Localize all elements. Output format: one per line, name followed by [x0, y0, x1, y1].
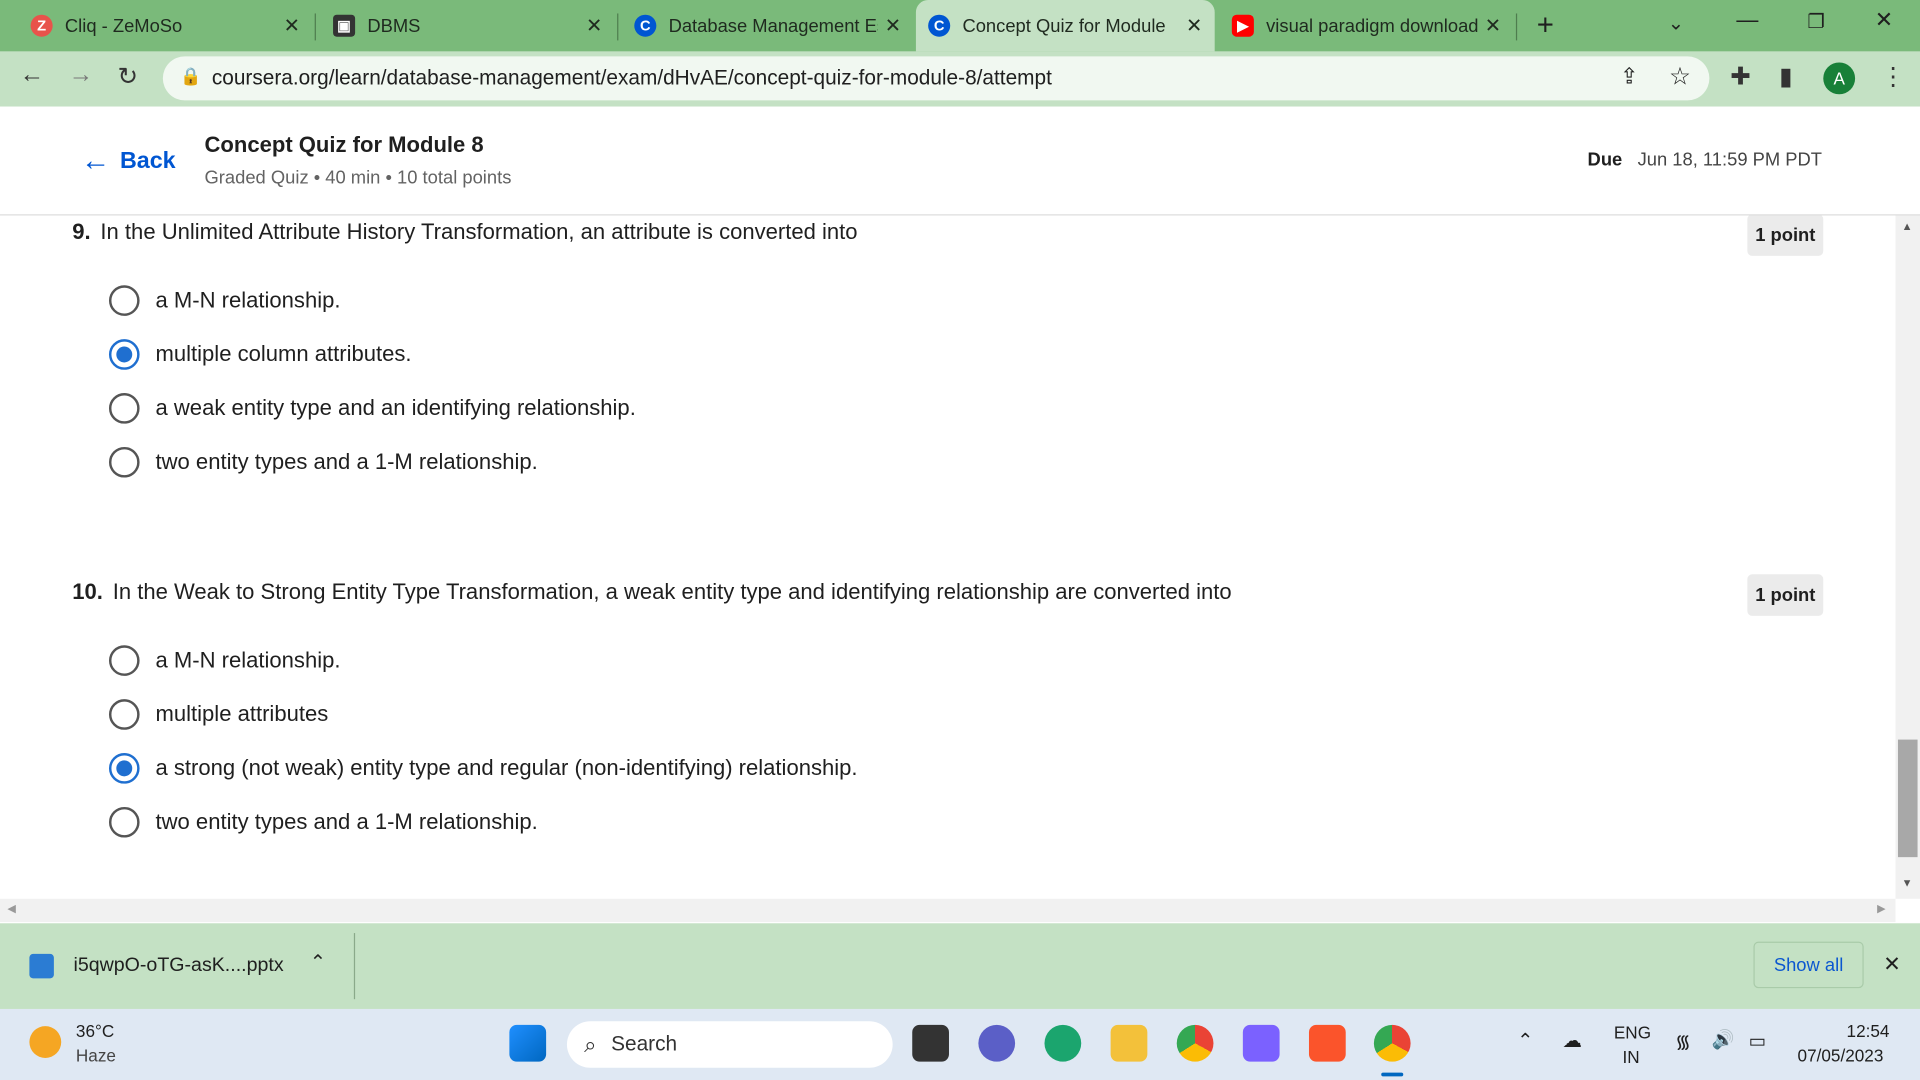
clock-date[interactable]: 07/05/2023: [1798, 1046, 1884, 1066]
radio-button-selected[interactable]: [108, 752, 140, 784]
extensions-icon[interactable]: ✚: [1730, 61, 1751, 92]
horizontal-scrollbar[interactable]: ◀ ▶: [0, 898, 1896, 923]
back-arrow-icon[interactable]: ←: [20, 61, 44, 89]
scrollbar-thumb[interactable]: [1897, 739, 1918, 858]
tab-concept-quiz[interactable]: C Concept Quiz for Module ✕: [915, 0, 1215, 52]
restore-button[interactable]: ❐: [1807, 10, 1825, 34]
clock-time[interactable]: 12:54: [1847, 1021, 1890, 1041]
points-badge: 1 point: [1747, 574, 1824, 616]
close-icon[interactable]: ✕: [885, 13, 901, 37]
close-icon[interactable]: ✕: [1883, 953, 1900, 977]
radio-button[interactable]: [108, 644, 140, 676]
close-icon[interactable]: ✕: [1485, 13, 1501, 37]
toolbar: ← → ↻ 🔒 coursera.org/learn/database-mana…: [0, 51, 1920, 107]
quiz-header: ← Back Concept Quiz for Module 8 Graded …: [0, 107, 1920, 216]
q10-option-1[interactable]: a M-N relationship.: [108, 644, 340, 676]
q10-option-4[interactable]: two entity types and a 1-M relationship.: [108, 806, 538, 838]
radio-button[interactable]: [108, 806, 140, 837]
chevron-up-icon[interactable]: ⌃: [1517, 1029, 1533, 1053]
region[interactable]: IN: [1622, 1047, 1639, 1067]
chrome-icon[interactable]: [1176, 1024, 1214, 1062]
lock-icon: 🔒: [180, 66, 202, 86]
download-bar: i5qwpO-oTG-asK....pptx ⌃ Show all ✕: [0, 923, 1920, 1009]
q10-option-3[interactable]: a strong (not weak) entity type and regu…: [108, 752, 858, 784]
quiz-content: 9. In the Unlimited Attribute History Tra…: [0, 215, 1896, 899]
new-tab-button[interactable]: +: [1537, 9, 1554, 43]
onedrive-icon[interactable]: ☁: [1562, 1029, 1582, 1053]
chrome-active-icon[interactable]: [1373, 1024, 1411, 1062]
radio-button[interactable]: [108, 392, 140, 424]
radio-button[interactable]: [108, 446, 140, 477]
q9-option-2[interactable]: multiple column attributes.: [108, 338, 412, 370]
due-label: Due: [1587, 149, 1623, 171]
question-9: 9. In the Unlimited Attribute History Tra…: [72, 219, 858, 244]
q9-option-4[interactable]: two entity types and a 1-M relationship.: [108, 446, 538, 478]
tab-dbms[interactable]: ▣ DBMS ✕: [321, 0, 615, 51]
pptx-file-icon: [29, 953, 54, 979]
weather-icon[interactable]: [29, 1026, 62, 1058]
search-icon: ⌕: [584, 1031, 597, 1057]
radio-button[interactable]: [108, 698, 140, 730]
copilot-icon[interactable]: [1242, 1024, 1280, 1062]
url-text: coursera.org/learn/database-management/e…: [211, 66, 1052, 90]
show-all-button[interactable]: Show all: [1753, 941, 1864, 989]
file-explorer-icon[interactable]: [1110, 1024, 1148, 1062]
page-title: Concept Quiz for Module 8: [204, 132, 484, 157]
quiz-meta: Graded Quiz • 40 min • 10 total points: [204, 167, 512, 189]
coursera-icon: C: [928, 14, 951, 37]
volume-icon[interactable]: 🔊: [1712, 1029, 1735, 1051]
youtube-icon: ▶: [1231, 14, 1254, 37]
points-badge: 1 point: [1747, 215, 1824, 256]
tab-cliq[interactable]: Z Cliq - ZeMoSo ✕: [18, 0, 312, 51]
q9-option-3[interactable]: a weak entity type and an identifying re…: [108, 392, 636, 424]
profile-avatar[interactable]: A: [1823, 62, 1856, 95]
due-date: Jun 18, 11:59 PM PDT: [1637, 149, 1823, 171]
vertical-scrollbar[interactable]: ▲ ▼: [1895, 215, 1920, 899]
reload-icon[interactable]: ↻: [118, 61, 139, 92]
q9-option-1[interactable]: a M-N relationship.: [108, 284, 340, 316]
notion-icon: ▣: [333, 14, 356, 37]
menu-icon[interactable]: ⋮: [1881, 61, 1905, 92]
close-icon[interactable]: ✕: [1186, 13, 1202, 37]
close-icon[interactable]: ✕: [586, 13, 602, 37]
weather-text: Haze: [75, 1045, 116, 1066]
task-view-icon[interactable]: [912, 1024, 949, 1062]
windows-start-icon[interactable]: [509, 1024, 547, 1062]
radio-button-selected[interactable]: [108, 338, 140, 370]
share-icon[interactable]: ⇪: [1620, 64, 1638, 90]
address-bar[interactable]: 🔒 coursera.org/learn/database-management…: [162, 56, 1710, 101]
q10-option-2[interactable]: multiple attributes: [108, 698, 328, 730]
brave-icon[interactable]: [1308, 1024, 1346, 1062]
close-window-button[interactable]: ✕: [1875, 7, 1893, 33]
coursera-icon: C: [634, 14, 657, 37]
close-icon[interactable]: ✕: [284, 13, 300, 37]
side-panel-icon[interactable]: ▮: [1779, 61, 1792, 92]
forward-arrow-icon[interactable]: →: [69, 61, 93, 89]
tab-visual-paradigm[interactable]: ▶ visual paradigm download ✕: [1220, 0, 1514, 51]
radio-button[interactable]: [108, 284, 140, 316]
cliq-icon: Z: [30, 14, 53, 37]
question-10: 10. In the Weak to Strong Entity Type Tra…: [72, 579, 1232, 604]
back-button[interactable]: ← Back: [81, 144, 176, 178]
chevron-up-icon[interactable]: ⌃: [310, 950, 326, 974]
tab-database-management[interactable]: C Database Management Es ✕: [622, 0, 913, 51]
wifi-icon[interactable]: ᯾: [1675, 1030, 1691, 1054]
battery-icon[interactable]: ▭: [1749, 1030, 1766, 1052]
edge-icon[interactable]: [1044, 1024, 1082, 1062]
minimize-button[interactable]: —: [1736, 7, 1758, 33]
back-arrow-icon: ←: [80, 144, 111, 178]
star-icon[interactable]: ☆: [1669, 61, 1691, 92]
download-file-name[interactable]: i5qwpO-oTG-asK....pptx: [73, 955, 283, 977]
tab-strip: Z Cliq - ZeMoSo ✕ ▣ DBMS ✕ C Database Managem…: [0, 0, 1920, 52]
temperature: 36°C: [75, 1021, 115, 1041]
windows-taskbar: 36°C Haze ⌕ Search ⌃ ☁ ENG IN ᯾ 🔊 ▭ 12:54…: [0, 1008, 1920, 1080]
language[interactable]: ENG: [1614, 1022, 1651, 1042]
teams-icon[interactable]: [978, 1024, 1016, 1062]
taskbar-search[interactable]: ⌕ Search: [566, 1021, 893, 1068]
tab-search-icon[interactable]: ⌄: [1668, 11, 1684, 35]
